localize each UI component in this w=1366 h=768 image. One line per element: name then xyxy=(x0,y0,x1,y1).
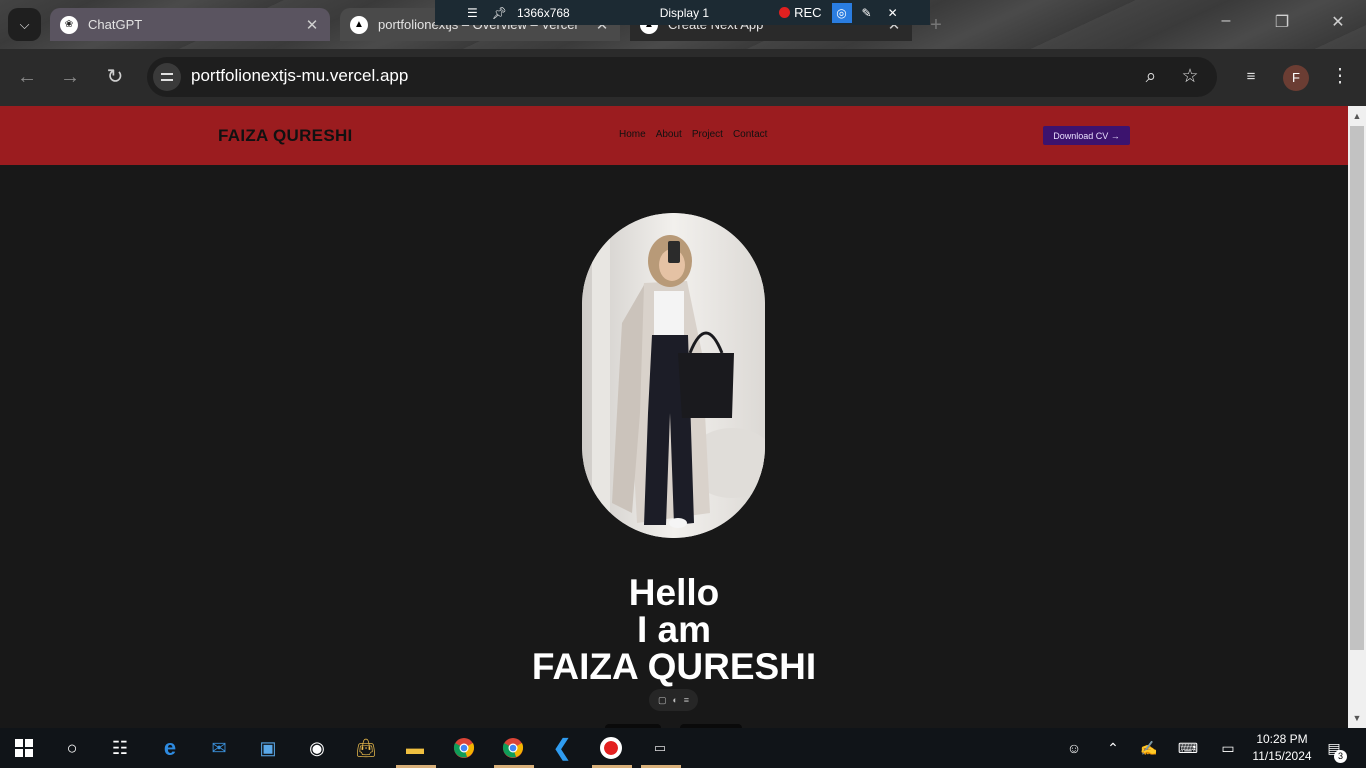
vercel-icon: ▲ xyxy=(350,15,368,34)
nav-link-home[interactable]: Home xyxy=(619,129,646,140)
nav-link-contact[interactable]: Contact xyxy=(733,129,767,140)
back-button[interactable]: ← xyxy=(14,64,40,90)
bookmark-star-icon[interactable]: ☆ xyxy=(1177,64,1203,90)
display-icon[interactable]: ▭ xyxy=(1216,736,1240,760)
tab-chatgpt[interactable]: ❀ ChatGPT ✕ xyxy=(50,8,330,41)
people-icon[interactable]: ☺ xyxy=(1062,736,1086,760)
record-dot-icon xyxy=(779,7,791,18)
chrome-icon[interactable] xyxy=(441,728,487,768)
resolution-label: 1366x768 xyxy=(517,5,570,20)
notification-badge: 3 xyxy=(1334,750,1347,763)
store-icon[interactable]: 👜︎ xyxy=(343,728,389,768)
camera-icon[interactable]: ◎ xyxy=(831,2,852,23)
pen-icon[interactable]: ✍ xyxy=(1137,736,1161,760)
pin-icon[interactable]: 📌︎ xyxy=(492,6,507,20)
tab-search-button[interactable]: ⌵ xyxy=(8,8,41,41)
restore-button[interactable]: ❐ xyxy=(1270,12,1294,36)
scroll-up-icon[interactable]: ▲ xyxy=(1348,108,1366,124)
menu-icon[interactable]: ☰ xyxy=(467,6,478,20)
chatgpt-icon: ❀ xyxy=(60,15,78,34)
search-icon[interactable]: ○ xyxy=(49,728,95,768)
close-icon[interactable]: ✕ xyxy=(304,16,320,34)
page-viewport: FAIZA QURESHI Home About Project Contact… xyxy=(0,106,1348,728)
edge-icon[interactable]: e xyxy=(147,728,193,768)
nav-link-project[interactable]: Project xyxy=(692,129,723,140)
control-panel-icon[interactable]: ▣ xyxy=(245,728,291,768)
clock-date: 11/15/2024 xyxy=(1252,749,1312,763)
profile-avatar[interactable]: F xyxy=(1283,65,1309,91)
site-info-icon[interactable] xyxy=(153,63,181,91)
site-nav: Home About Project Contact xyxy=(619,129,767,140)
reload-button[interactable]: ↻ xyxy=(102,64,128,90)
arrow-right-icon: → xyxy=(1110,130,1120,141)
scroll-down-icon[interactable]: ▼ xyxy=(1348,710,1366,726)
recorder-app-icon[interactable] xyxy=(588,728,634,768)
scrollbar-thumb[interactable] xyxy=(1350,126,1364,650)
vscode-icon[interactable]: ❮ xyxy=(539,728,585,768)
nav-link-about[interactable]: About xyxy=(656,129,682,140)
dev-tools-pill[interactable]: ▢ ◐ ≡ xyxy=(649,689,698,711)
menu-icon[interactable]: ≡ xyxy=(684,695,689,705)
mail-icon[interactable]: ✉ xyxy=(196,728,242,768)
download-cv-button[interactable]: Download CV → xyxy=(1043,126,1130,145)
site-header: FAIZA QURESHI Home About Project Contact… xyxy=(0,106,1348,165)
display-label[interactable]: Display 1 xyxy=(660,6,709,20)
chrome-profile-icon[interactable] xyxy=(490,728,536,768)
hero-line-hello: Hello xyxy=(628,572,720,613)
url-text[interactable]: portfolionextjs-mu.vercel.app xyxy=(191,66,408,86)
system-clock[interactable]: 10:28 PM 11/15/2024 xyxy=(1246,731,1318,765)
chevron-down-icon: ⌵ xyxy=(19,16,30,32)
window-close-button[interactable]: ✕ xyxy=(1326,12,1350,36)
hero-heading: Hello I am FAIZA QURESHI xyxy=(0,574,1348,685)
more-menu-icon[interactable]: ⋮ xyxy=(1327,64,1353,90)
media-control-icon[interactable]: ≡ xyxy=(1238,64,1264,90)
windows-logo xyxy=(15,739,33,757)
zoom-icon[interactable]: ⌕ xyxy=(1138,64,1164,90)
comment-icon[interactable]: ▢ xyxy=(658,695,667,706)
site-brand[interactable]: FAIZA QURESHI xyxy=(218,126,353,146)
pencil-icon[interactable]: ✎ xyxy=(862,6,872,20)
toggle-icon[interactable]: ◐ xyxy=(672,695,677,705)
task-view-icon[interactable]: ☷ xyxy=(97,728,143,768)
tab-title: ChatGPT xyxy=(88,17,143,32)
chrome-logo xyxy=(453,738,475,758)
terminal-icon[interactable]: ▭ xyxy=(637,728,683,768)
rec-label[interactable]: REC xyxy=(794,5,821,20)
windows-start-icon[interactable] xyxy=(1,728,47,768)
hero-line-name: FAIZA QURESHI xyxy=(531,646,817,687)
profile-photo-illustration xyxy=(582,213,765,538)
close-icon[interactable]: ✕ xyxy=(888,6,898,20)
github-icon[interactable]: ◉ xyxy=(294,728,340,768)
chrome-logo xyxy=(502,738,524,758)
file-explorer-icon[interactable]: ▬ xyxy=(392,728,438,768)
hero-line-i-am: I am xyxy=(636,609,712,650)
chevron-up-icon[interactable]: ⌃ xyxy=(1101,736,1125,760)
minimize-button[interactable]: – xyxy=(1214,12,1238,36)
download-cv-label: Download CV xyxy=(1053,130,1109,141)
keyboard-icon[interactable]: ⌨ xyxy=(1176,736,1200,760)
profile-photo xyxy=(582,213,765,538)
clock-time: 10:28 PM xyxy=(1256,732,1308,746)
recorder-toolbar: ☰ 📌︎ 1366x768 Display 1 REC ◎ ✎ ✕ xyxy=(435,0,930,25)
forward-button[interactable]: → xyxy=(57,64,83,90)
